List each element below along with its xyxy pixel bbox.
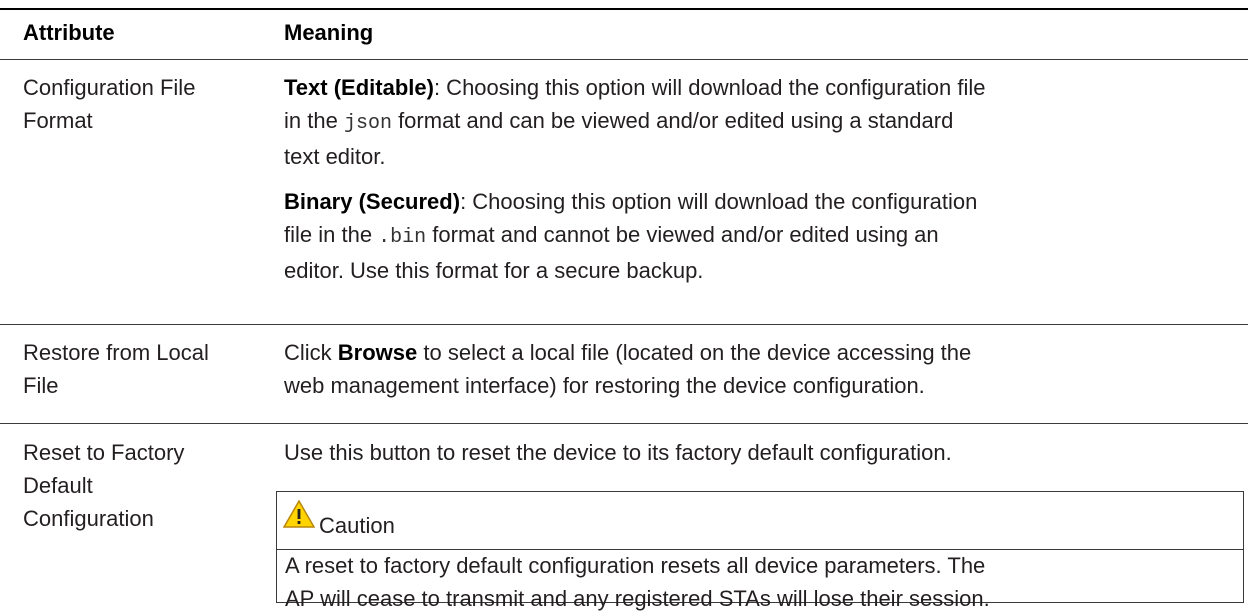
row3-attribute: Reset to Factory Default Configuration bbox=[23, 440, 185, 531]
header-bottom-rule bbox=[0, 59, 1248, 60]
row2-bottom-rule bbox=[0, 423, 1248, 424]
warning-triangle-icon bbox=[283, 500, 315, 528]
row3-meaning: Use this button to reset the device to i… bbox=[284, 440, 952, 465]
code-json: json bbox=[343, 112, 392, 135]
caution-box: Caution A reset to factory default confi… bbox=[276, 491, 1244, 611]
row2-meaning: Click Browse to select a local file (loc… bbox=[284, 340, 972, 398]
row1-meaning: Text (Editable): Choosing this option wi… bbox=[284, 71, 1244, 287]
term-binary-secured: Binary (Secured) bbox=[284, 189, 461, 214]
row1-para2: Binary (Secured): Choosing this option w… bbox=[284, 189, 978, 283]
row1-bottom-rule bbox=[0, 324, 1248, 325]
caution-text: A reset to factory default configuration… bbox=[285, 553, 990, 611]
row1-para1: Text (Editable): Choosing this option wi… bbox=[284, 75, 986, 169]
term-text-editable: Text (Editable) bbox=[284, 75, 434, 100]
header-attribute: Attribute bbox=[23, 20, 115, 45]
code-bin: .bin bbox=[378, 226, 427, 249]
row2-attribute: Restore from Local File bbox=[23, 340, 209, 398]
table-top-rule bbox=[0, 8, 1248, 10]
row1-attribute: Configuration File Format bbox=[23, 75, 196, 133]
header-meaning: Meaning bbox=[284, 20, 374, 45]
term-browse: Browse bbox=[337, 340, 418, 365]
caution-title: Caution bbox=[319, 513, 395, 538]
